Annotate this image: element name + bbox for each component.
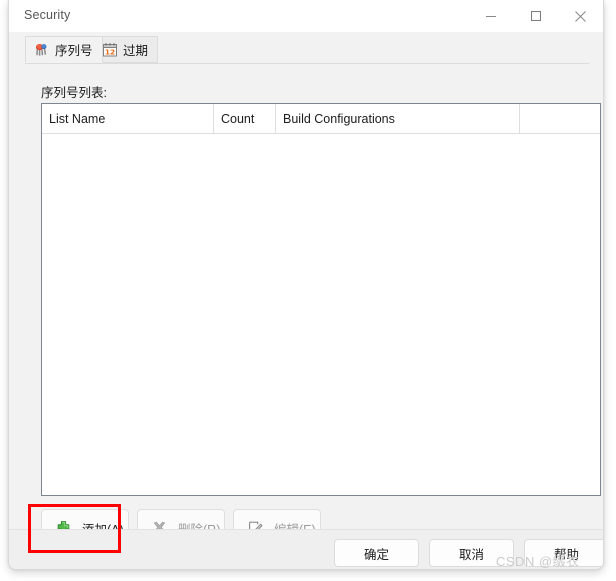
window-title: Security [24, 8, 71, 22]
maximize-button[interactable] [513, 0, 558, 32]
minimize-icon [485, 10, 497, 22]
close-icon [574, 10, 587, 23]
tab-expiration-label: 过期 [123, 44, 149, 58]
list-body-empty[interactable] [42, 134, 600, 495]
serial-number-list[interactable]: List Name Count Build Configurations [41, 103, 601, 496]
serial-list-label: 序列号列表: [41, 86, 107, 100]
ok-button[interactable]: 确定 [334, 539, 419, 567]
column-header-empty[interactable] [520, 104, 600, 133]
tab-serial-number-label: 序列号 [55, 44, 93, 58]
minimize-button[interactable] [468, 0, 513, 32]
window-caption-buttons [468, 0, 603, 32]
maximize-icon [530, 10, 542, 22]
column-header-list-name[interactable]: List Name [42, 104, 214, 133]
serial-number-icon [34, 42, 50, 58]
calendar-icon: 12 [102, 42, 118, 58]
tabstrip: 序列号 12 过期 [9, 36, 603, 64]
csdn-watermark: CSDN @缀衣 [496, 554, 580, 569]
close-button[interactable] [558, 0, 603, 32]
tab-serial-number[interactable]: 序列号 [25, 36, 103, 63]
security-dialog-window: Security 序列号 12 过期 序列号列表: List Name Coun… [8, 0, 604, 570]
title-bar: Security [9, 0, 603, 32]
list-header-row: List Name Count Build Configurations [42, 104, 600, 134]
dialog-content: 序列号 12 过期 序列号列表: List Name Count Build C… [9, 32, 603, 553]
column-header-count[interactable]: Count [214, 104, 276, 133]
svg-text:12: 12 [105, 47, 115, 56]
column-header-build-configurations[interactable]: Build Configurations [276, 104, 520, 133]
tab-expiration[interactable]: 12 过期 [93, 36, 159, 63]
